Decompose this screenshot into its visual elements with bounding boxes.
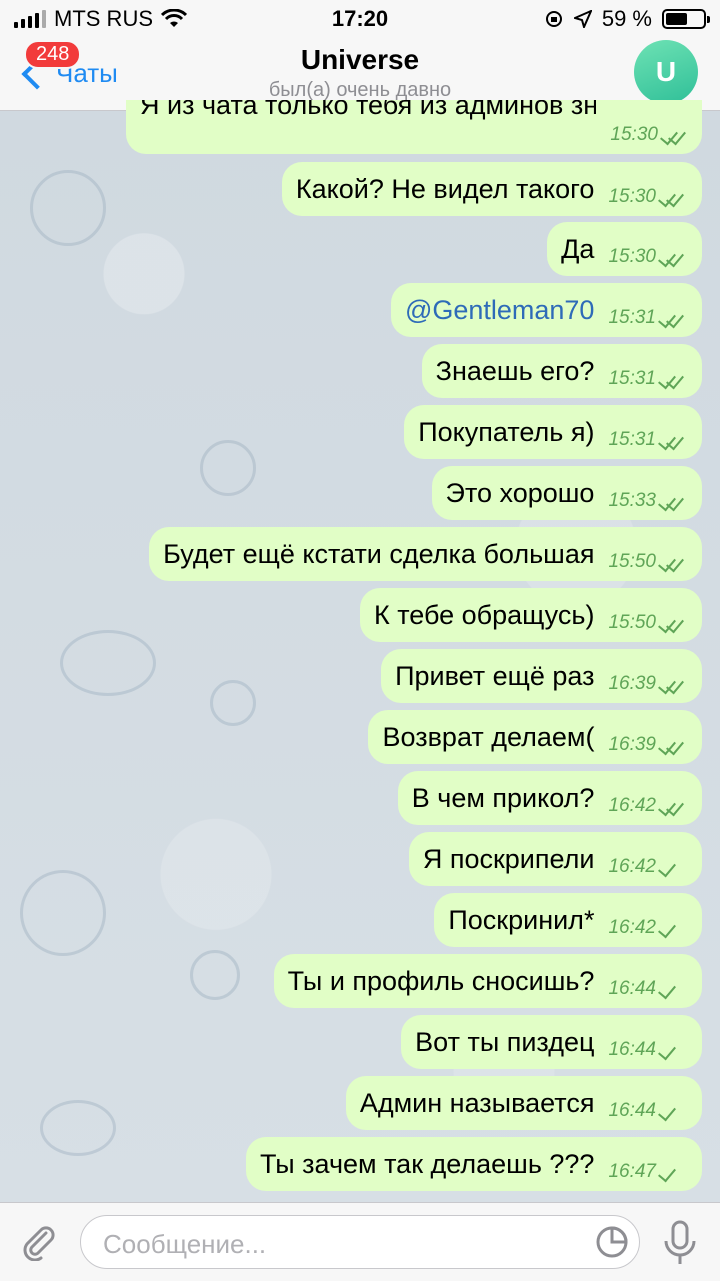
message-bubble[interactable]: Ты и профиль сносишь? 16:44 <box>273 954 702 1008</box>
message-time: 15:31 <box>608 429 656 450</box>
last-seen-status: был(а) очень давно <box>268 79 452 101</box>
message-input-wrapper <box>80 1215 640 1269</box>
message-text: Поскринил* <box>448 904 595 935</box>
avatar[interactable]: U <box>634 40 698 104</box>
double-check-icon <box>658 188 686 208</box>
message-bubble[interactable]: @Gentleman70 15:31 <box>390 283 702 337</box>
check-icon <box>658 858 686 878</box>
message-time: 15:31 <box>608 307 656 328</box>
message-bubble[interactable]: Да 15:30 <box>547 222 702 276</box>
message-text: Покупатель я) <box>418 416 595 447</box>
message-time: 16:42 <box>608 795 656 816</box>
message-text: Вот ты пиздец <box>415 1026 595 1057</box>
message-bubble[interactable]: Ты зачем так делаешь ??? 16:47 <box>245 1137 702 1191</box>
message-bubble[interactable]: Это хорошо 15:33 <box>431 466 702 520</box>
message-text: Да <box>561 233 595 264</box>
message-time: 16:44 <box>608 1100 656 1121</box>
check-icon <box>658 1041 686 1061</box>
orientation-lock-icon <box>545 11 562 27</box>
message-text: Привет ещё раз <box>395 660 595 691</box>
message-text: Какой? Не видел такого <box>295 173 595 204</box>
message-time: 16:42 <box>608 856 656 877</box>
message-text: Ты зачем так делаешь ??? <box>259 1148 595 1179</box>
message-text: В чем прикол? <box>411 782 595 813</box>
microphone-icon[interactable] <box>662 1219 698 1267</box>
battery-icon <box>662 9 710 29</box>
message-bubble[interactable]: Я из чата только тебя из админов знаю 15:… <box>126 100 702 154</box>
message-text: Знаешь его? <box>435 355 595 386</box>
message-text: Я из чата только тебя из админов знаю <box>140 100 597 120</box>
message-bubble[interactable]: Какой? Не видел такого 15:30 <box>281 162 702 216</box>
message-time: 16:42 <box>608 917 656 938</box>
double-check-icon <box>658 248 686 268</box>
message-time: 16:39 <box>608 734 656 755</box>
chat-title[interactable]: Universe <box>0 44 720 76</box>
double-check-icon <box>658 431 686 451</box>
message-time: 15:50 <box>608 551 656 572</box>
message-bubble[interactable]: Поскринил* 16:42 <box>434 893 702 947</box>
check-icon <box>658 980 686 1000</box>
message-text: Это хорошо <box>445 477 595 508</box>
message-input[interactable] <box>101 1226 575 1262</box>
double-check-icon <box>658 675 686 695</box>
message-bubble[interactable]: В чем прикол? 16:42 <box>397 771 702 825</box>
double-check-icon <box>658 309 686 329</box>
message-time: 16:44 <box>608 978 656 999</box>
message-bubble[interactable]: Знаешь его? 15:31 <box>421 344 702 398</box>
message-text: Будет ещё кстати сделка большая <box>163 538 595 569</box>
double-check-icon <box>658 492 686 512</box>
message-bubble[interactable]: Покупатель я) 15:31 <box>404 405 702 459</box>
sticker-icon[interactable] <box>595 1225 629 1259</box>
message-time: 15:30 <box>610 124 658 145</box>
message-bubble[interactable]: Будет ещё кстати сделка большая 15:50 <box>149 527 702 581</box>
double-check-icon <box>658 736 686 756</box>
message-time: 16:44 <box>608 1039 656 1060</box>
message-time: 16:47 <box>608 1161 656 1182</box>
attach-icon[interactable] <box>18 1221 58 1261</box>
message-bubble[interactable]: Вот ты пиздец 16:44 <box>401 1015 702 1069</box>
message-text: Админ называется <box>359 1087 595 1118</box>
message-bubble[interactable]: Я поскрипели 16:42 <box>408 832 702 886</box>
double-check-icon <box>658 553 686 573</box>
message-bubble[interactable]: Возврат делаем( 16:39 <box>368 710 702 764</box>
double-check-icon <box>659 126 686 146</box>
double-check-icon <box>658 797 686 817</box>
double-check-icon <box>658 370 686 390</box>
message-bubble[interactable]: Админ называется 16:44 <box>345 1076 702 1130</box>
battery-percent: 59 % <box>601 6 652 31</box>
mention-link[interactable]: @Gentleman70 <box>405 295 595 326</box>
check-icon <box>658 1102 686 1122</box>
message-bubble[interactable]: Привет ещё раз 16:39 <box>381 649 702 703</box>
check-icon <box>658 919 686 939</box>
check-icon <box>658 1163 686 1183</box>
message-time: 15:33 <box>608 490 656 511</box>
message-time: 15:31 <box>608 368 656 389</box>
message-text: Возврат делаем( <box>382 721 595 752</box>
message-text: К тебе обращусь) <box>373 599 595 630</box>
message-time: 16:39 <box>608 673 656 694</box>
status-bar: MTS RUS 17:20 59 % <box>0 0 720 36</box>
message-text: Я поскрипели <box>422 843 595 874</box>
message-time: 15:30 <box>608 186 656 207</box>
message-time: 15:50 <box>608 612 656 633</box>
message-bubble[interactable]: К тебе обращусь) 15:50 <box>359 588 702 642</box>
message-text: Ты и профиль сносишь? <box>287 965 595 996</box>
double-check-icon <box>658 614 686 634</box>
composer-bar <box>0 1202 720 1281</box>
location-icon <box>573 10 592 28</box>
message-time: 15:30 <box>608 246 656 267</box>
